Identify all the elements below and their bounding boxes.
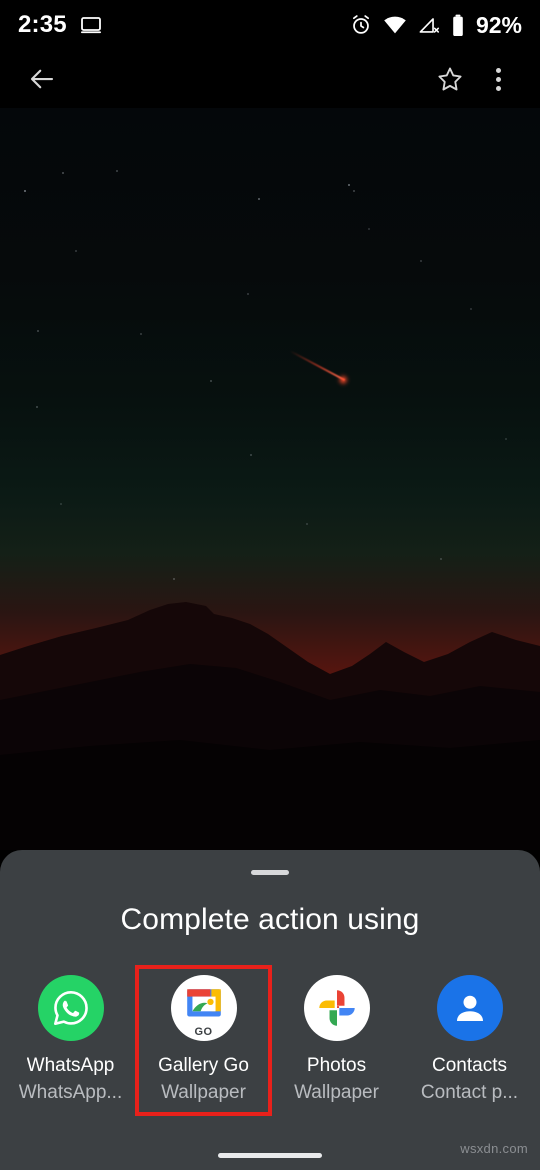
app-option-whatsapp[interactable]: WhatsApp WhatsApp... bbox=[4, 967, 137, 1114]
wifi-icon bbox=[383, 14, 407, 36]
status-bar-left: 2:35 bbox=[18, 13, 103, 37]
drag-handle[interactable] bbox=[251, 870, 289, 875]
battery-percent: 92% bbox=[475, 11, 522, 38]
sheet-title: Complete action using bbox=[120, 903, 420, 936]
cell-signal-off-icon bbox=[418, 14, 440, 36]
google-photos-icon bbox=[303, 975, 370, 1041]
gallery-go-badge: GO bbox=[194, 1026, 213, 1038]
back-button[interactable] bbox=[18, 55, 66, 103]
overflow-menu-button[interactable] bbox=[474, 55, 522, 103]
app-sublabel: Wallpaper bbox=[294, 1081, 379, 1103]
complete-action-sheet: Complete action using WhatsApp WhatsApp.… bbox=[0, 850, 540, 1170]
gallery-go-icon: GO bbox=[170, 975, 237, 1041]
app-sublabel: WhatsApp... bbox=[18, 1081, 123, 1103]
contacts-icon bbox=[436, 975, 503, 1041]
app-option-photos[interactable]: Photos Wallpaper bbox=[270, 967, 403, 1114]
status-bar-right: 92% bbox=[350, 11, 522, 38]
status-clock: 2:35 bbox=[18, 11, 67, 38]
wallpaper-preview[interactable] bbox=[0, 108, 540, 850]
more-vertical-icon bbox=[495, 67, 501, 91]
mountain-silhouette bbox=[0, 602, 540, 850]
navigation-gesture-bar[interactable] bbox=[218, 1153, 322, 1158]
app-toolbar bbox=[0, 50, 540, 108]
status-bar: 2:35 92% bbox=[0, 0, 540, 50]
app-label: Photos bbox=[306, 1055, 367, 1076]
favorite-button[interactable] bbox=[426, 55, 474, 103]
app-sublabel: Contact p... bbox=[420, 1081, 519, 1103]
star-outline-icon bbox=[435, 64, 465, 94]
whatsapp-icon bbox=[37, 975, 104, 1041]
app-option-gallery-go[interactable]: GO Gallery Go Wallpaper bbox=[135, 965, 272, 1116]
app-label: Gallery Go bbox=[158, 1055, 249, 1076]
back-arrow-icon bbox=[27, 64, 57, 94]
app-chooser-row: WhatsApp WhatsApp... GO Gallery Go Wallp… bbox=[0, 965, 540, 1116]
site-watermark: wsxdn.com bbox=[460, 1141, 528, 1156]
alarm-icon bbox=[350, 14, 372, 36]
app-label: WhatsApp bbox=[26, 1055, 115, 1076]
cast-screen-icon bbox=[79, 13, 103, 37]
app-sublabel: Wallpaper bbox=[161, 1081, 246, 1103]
app-label: Contacts bbox=[432, 1055, 507, 1076]
app-option-contacts[interactable]: Contacts Contact p... bbox=[403, 967, 536, 1114]
phone-screen: 2:35 92% Complete action using WhatsApp … bbox=[0, 0, 540, 1170]
battery-icon bbox=[451, 14, 465, 37]
